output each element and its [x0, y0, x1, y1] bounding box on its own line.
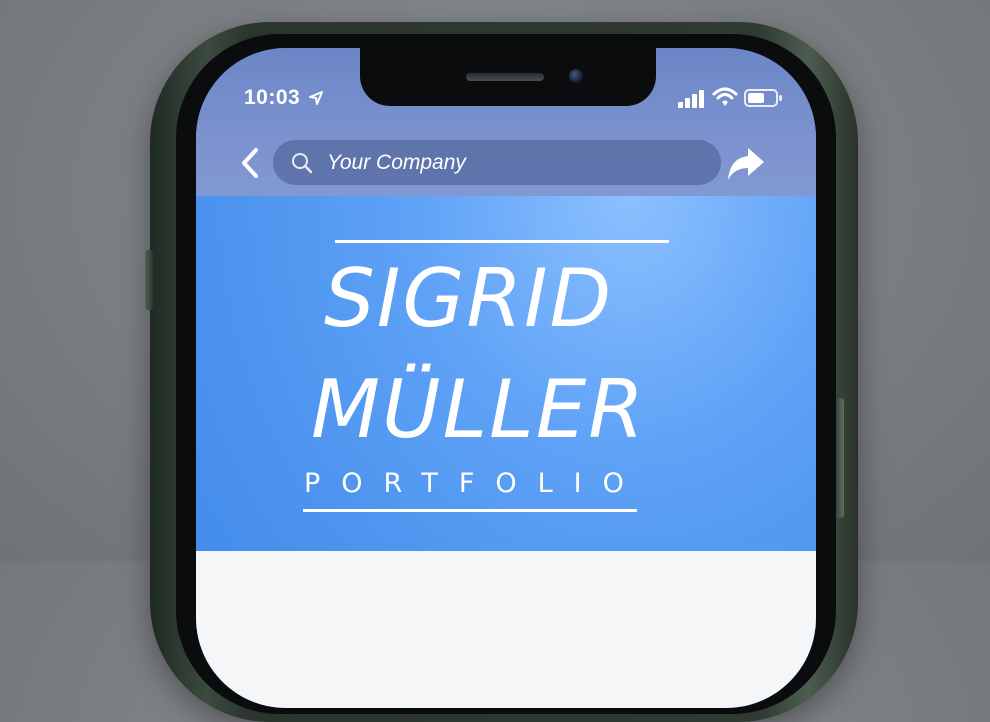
bottom-rule [303, 509, 637, 512]
wifi-icon [712, 87, 738, 106]
url-text: Your Company [327, 151, 466, 174]
status-time: 10:03 [244, 86, 301, 109]
speaker-grille [466, 73, 544, 81]
front-camera [569, 69, 583, 83]
top-rule [335, 240, 669, 243]
battery-icon [744, 89, 782, 107]
share-arrow-icon[interactable] [724, 144, 768, 184]
phone-screen: 10:03 Your Company SIGRID MÜLLER PORTFOL… [196, 48, 816, 708]
search-icon [292, 153, 313, 174]
side-button [836, 398, 844, 518]
hero-last-name: MÜLLER [311, 363, 646, 456]
cellular-signal-icon [678, 90, 704, 108]
location-arrow-icon [309, 91, 323, 105]
content-card [196, 551, 816, 708]
chevron-left-icon[interactable] [238, 146, 262, 180]
hero-first-name: SIGRID [324, 252, 614, 345]
volume-button [145, 250, 153, 310]
notch [360, 48, 656, 106]
search-input[interactable]: Your Company [273, 140, 721, 185]
hero-subtitle: PORTFOLIO [304, 468, 645, 499]
